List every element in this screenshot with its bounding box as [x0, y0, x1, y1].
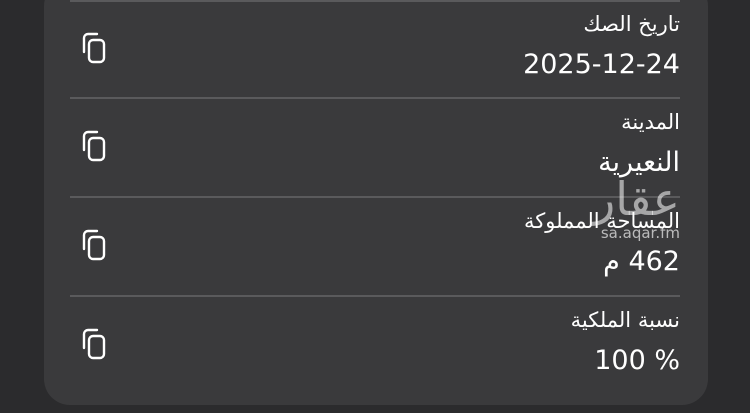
copy-icon[interactable] [80, 32, 108, 66]
owned-area-value: 462 م [603, 246, 680, 277]
deed-date-label: تاريخ الصك [583, 12, 680, 36]
detail-row-city: المدينة النعيرية [70, 100, 680, 198]
copy-icon[interactable] [80, 130, 108, 164]
divider [70, 196, 680, 198]
deed-date-value: 2025-12-24 [523, 49, 680, 80]
copy-icon[interactable] [80, 328, 108, 362]
divider [70, 97, 680, 99]
ownership-ratio-value: 100 % [594, 345, 680, 376]
copy-icon[interactable] [80, 229, 108, 263]
detail-row-owned-area: المساحة المملوكة 462 م [70, 199, 680, 297]
owned-area-label: المساحة المملوكة [524, 209, 680, 233]
detail-row-ownership-ratio: نسبة الملكية 100 % [70, 298, 680, 396]
city-value: النعيرية [598, 147, 680, 178]
divider [70, 295, 680, 297]
ownership-ratio-label: نسبة الملكية [570, 308, 680, 332]
detail-row-deed-date: تاريخ الصك 2025-12-24 [70, 2, 680, 100]
page: تاريخ الصك 2025-12-24 المدينة النعيرية ا… [0, 0, 750, 413]
city-label: المدينة [621, 110, 680, 134]
